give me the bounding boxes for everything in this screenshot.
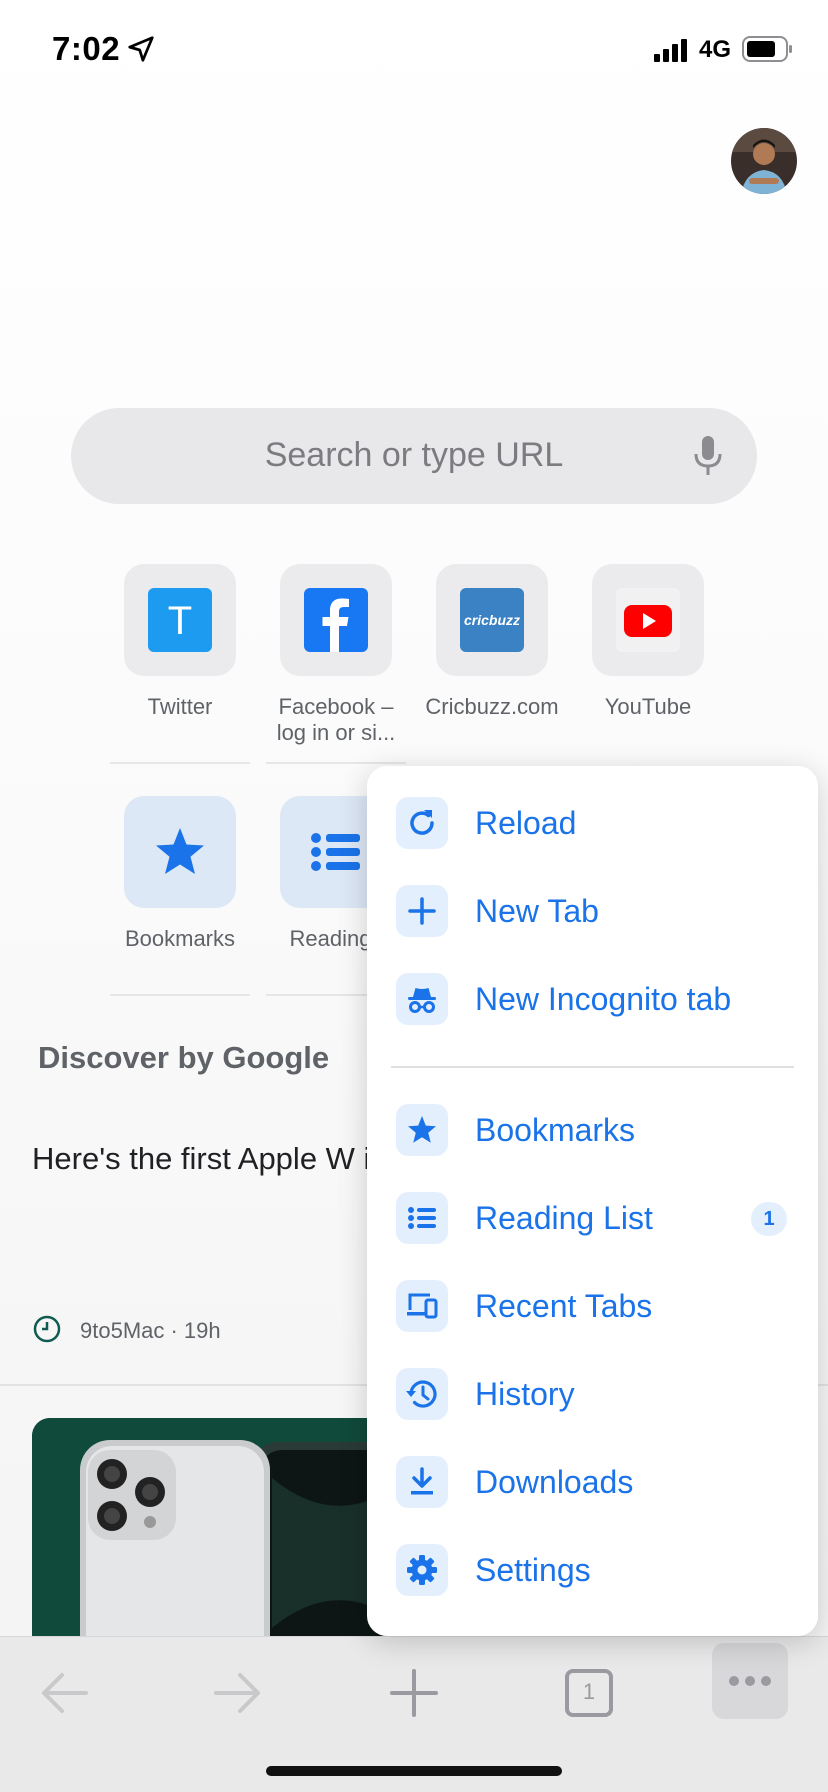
home-indicator <box>266 1766 562 1776</box>
shortcut-youtube[interactable]: YouTube <box>573 564 723 720</box>
menu-item-label: New Incognito tab <box>475 981 732 1017</box>
menu-item-reload[interactable]: Reload <box>367 779 818 867</box>
star-icon <box>156 828 204 874</box>
menu-item-label: Reload <box>475 805 577 841</box>
menu-item-recent-tabs[interactable]: Recent Tabs <box>367 1262 818 1350</box>
menu-item-label: Downloads <box>475 1464 634 1500</box>
back-arrow-icon[interactable] <box>26 1655 102 1731</box>
more-icon <box>729 1676 771 1686</box>
chrome-new-tab-screen: 7:02 4G Search or type URL T Twitter Fac… <box>0 0 828 1792</box>
reload-icon <box>396 797 448 849</box>
download-icon <box>396 1456 448 1508</box>
shortcut-facebook[interactable]: Facebook – log in or si... <box>261 564 411 746</box>
youtube-icon <box>616 588 680 652</box>
incognito-icon <box>396 973 448 1025</box>
menu-item-label: Recent Tabs <box>475 1288 653 1324</box>
forward-arrow-icon[interactable] <box>200 1655 276 1731</box>
battery-icon <box>742 36 792 62</box>
article-source-time: 9to5Mac · 19h <box>80 1318 221 1343</box>
signal-icon <box>654 39 687 62</box>
menu-item-reading-list[interactable]: Reading List 1 <box>367 1174 818 1262</box>
shortcut-bookmarks[interactable]: Bookmarks <box>105 796 255 952</box>
menu-item-label: History <box>475 1376 575 1412</box>
gear-icon <box>396 1544 448 1596</box>
account-avatar[interactable] <box>731 128 797 194</box>
menu-item-label: Settings <box>475 1552 591 1588</box>
menu-item-settings[interactable]: Settings <box>367 1526 818 1614</box>
history-icon <box>396 1368 448 1420</box>
tile-divider <box>110 762 250 764</box>
list-icon <box>311 833 360 871</box>
twitter-icon: T <box>148 588 212 652</box>
menu-item-label: Reading List <box>475 1200 653 1236</box>
menu-item-downloads[interactable]: Downloads <box>367 1438 818 1526</box>
status-time: 7:02 <box>52 30 121 67</box>
menu-item-label: New Tab <box>475 893 599 929</box>
menu-item-new-incognito-tab[interactable]: New Incognito tab <box>367 955 818 1043</box>
tab-count: 1 <box>582 1679 596 1704</box>
menu-item-label: Bookmarks <box>475 1112 636 1148</box>
shortcut-tile: cricbuzz <box>436 564 548 676</box>
facebook-icon <box>304 588 368 652</box>
menu-item-bookmarks[interactable]: Bookmarks <box>367 1086 818 1174</box>
shortcut-tile <box>280 564 392 676</box>
reading-list-count-badge: 1 <box>751 1202 787 1236</box>
menu-divider <box>391 1066 794 1068</box>
clock-icon <box>33 1315 61 1343</box>
location-arrow-icon <box>128 36 154 62</box>
plus-icon <box>396 885 448 937</box>
shortcut-tile <box>592 564 704 676</box>
shortcut-tile <box>124 796 236 908</box>
search-box[interactable]: Search or type URL <box>71 408 757 504</box>
list-icon <box>396 1192 448 1244</box>
star-icon <box>396 1104 448 1156</box>
shortcut-label: Bookmarks <box>124 926 236 951</box>
microphone-icon[interactable] <box>685 434 731 478</box>
network-type: 4G <box>699 36 732 63</box>
shortcut-tile: T <box>124 564 236 676</box>
tile-divider <box>266 762 406 764</box>
more-button[interactable] <box>712 1643 788 1719</box>
devices-icon <box>396 1280 448 1332</box>
tile-divider <box>110 994 250 996</box>
overflow-menu: Reload New Tab New Incognito tab Bookmar… <box>367 766 818 1636</box>
discover-header: Discover by Google <box>38 1040 330 1075</box>
cricbuzz-icon-text: cricbuzz <box>464 612 520 628</box>
shortcut-label: YouTube <box>604 694 692 719</box>
cricbuzz-icon: cricbuzz <box>460 588 524 652</box>
shortcut-twitter[interactable]: T Twitter <box>105 564 255 720</box>
menu-item-history[interactable]: History <box>367 1350 818 1438</box>
shortcut-label: Cricbuzz.com <box>425 694 559 719</box>
search-placeholder: Search or type URL <box>264 436 564 474</box>
shortcut-label: Twitter <box>147 694 213 719</box>
plus-icon[interactable] <box>376 1655 452 1731</box>
shortcut-cricbuzz[interactable]: cricbuzz Cricbuzz.com <box>417 564 567 720</box>
svg-text:T: T <box>168 599 192 643</box>
menu-item-new-tab[interactable]: New Tab <box>367 867 818 955</box>
tab-switcher-button[interactable]: 1 <box>551 1655 627 1731</box>
shortcut-label: Facebook – log in or si... <box>276 694 396 745</box>
status-bar: 7:02 4G <box>0 0 828 100</box>
